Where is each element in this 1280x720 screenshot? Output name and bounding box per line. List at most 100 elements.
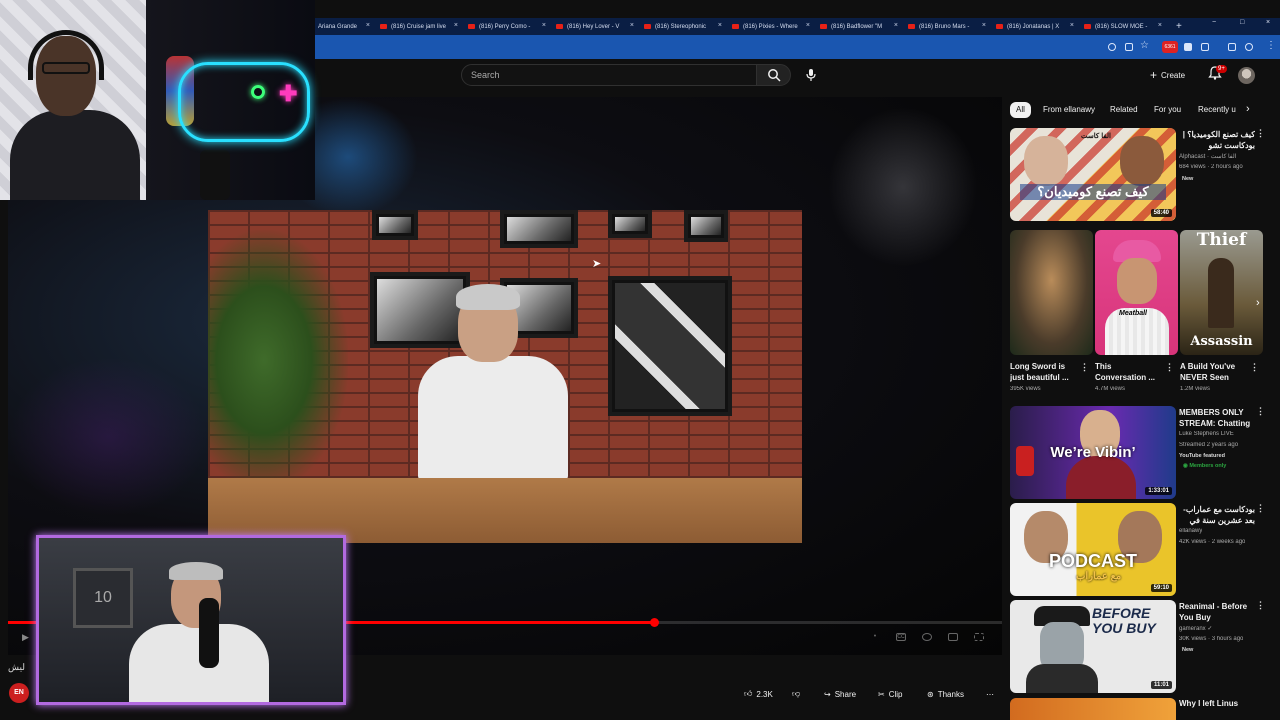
settings-gear-icon[interactable]	[922, 633, 932, 641]
menu-dots-icon[interactable]: ⋮	[1266, 40, 1276, 51]
create-button[interactable]: + Create	[1150, 66, 1185, 84]
tab-close-icon[interactable]: ×	[366, 22, 370, 29]
more-options-icon[interactable]: ⋮	[1256, 406, 1265, 417]
short-title[interactable]: Long Sword is just beautiful ...	[1010, 361, 1074, 383]
autoplay-toggle[interactable]: •	[870, 633, 880, 641]
thanks-icon: ⊛	[927, 689, 934, 699]
subtitles-icon[interactable]: CC	[896, 633, 906, 641]
video-title[interactable]: كيف تصنع الكوميديا؟ | بودكاست تشو الكومي…	[1179, 129, 1255, 151]
channel-name[interactable]: Luke Stephens LIVE	[1179, 431, 1259, 437]
profile-icon[interactable]	[1245, 43, 1253, 51]
video-duration: 58:40	[1150, 209, 1172, 217]
short-thumbnail[interactable]: Meatball	[1095, 230, 1178, 355]
more-options-icon[interactable]: ⋮	[1256, 503, 1265, 514]
more-options-icon[interactable]: ⋮	[1080, 362, 1089, 373]
thanks-button[interactable]: ⊛ Thanks	[927, 685, 964, 703]
clip-button[interactable]: ✂ Clip	[878, 685, 902, 703]
extension-badge[interactable]: 6361	[1162, 41, 1178, 53]
browser-tab[interactable]: (816) Badflower "M ×	[814, 18, 902, 35]
tab-title: (816) Jonatanas | X	[1007, 23, 1060, 30]
chip-for-you[interactable]: For you	[1148, 102, 1187, 118]
zoom-icon[interactable]	[1108, 43, 1116, 51]
tab-close-icon[interactable]: ×	[718, 22, 722, 29]
video-thumbnail[interactable]: الفا كاست كيف تصنع كوميديان؟ 58:40	[1010, 128, 1176, 221]
video-frame[interactable]	[208, 210, 802, 543]
search-button[interactable]	[756, 64, 791, 86]
more-options-icon[interactable]: ⋮	[1256, 128, 1265, 139]
browser-tab[interactable]: (816) Cruise jam live ×	[374, 18, 462, 35]
extension-icon[interactable]	[1184, 43, 1192, 51]
tab-close-icon[interactable]: ×	[894, 22, 898, 29]
channel-name[interactable]: Alphacast · آلفا كاست	[1179, 153, 1257, 160]
dislike-button[interactable]: 👎︎	[792, 685, 800, 703]
share-button[interactable]: ↪ Share	[824, 685, 856, 703]
video-thumbnail[interactable]	[1010, 698, 1176, 720]
channel-name[interactable]: ellanawy	[1179, 528, 1202, 534]
tab-close-icon[interactable]: ×	[542, 22, 546, 29]
close-window-button[interactable]: ×	[1266, 19, 1270, 26]
browser-tab[interactable]: (816) Perry Como - ×	[462, 18, 550, 35]
share-icon: ↪	[824, 689, 831, 699]
fullscreen-icon[interactable]	[974, 633, 984, 641]
minimize-button[interactable]: −	[1212, 19, 1216, 26]
chevron-right-icon[interactable]: ›	[1246, 103, 1250, 115]
chip-all[interactable]: All	[1010, 102, 1031, 118]
browser-tab[interactable]: (816) Bruno Mars - ×	[902, 18, 990, 35]
video-duration: 1:33:01	[1145, 487, 1172, 495]
cast-icon[interactable]	[1125, 43, 1133, 51]
video-stats: 684 views · 2 hours ago	[1179, 164, 1243, 170]
browser-tab[interactable]: (816) Pixies - Where ×	[726, 18, 814, 35]
tab-close-icon[interactable]: ×	[630, 22, 634, 29]
video-title[interactable]: Why I left Linus	[1179, 698, 1255, 709]
browser-tab[interactable]: Ariana Grande ×	[312, 18, 374, 35]
stream-date: Streamed 2 years ago	[1179, 442, 1239, 448]
browser-tab[interactable]: (816) Hey Lover - V ×	[550, 18, 638, 35]
like-button[interactable]: 👍︎ 2.3K	[744, 685, 773, 703]
browser-tab[interactable]: (816) Stereophonic ×	[638, 18, 726, 35]
tab-close-icon[interactable]: ×	[454, 22, 458, 29]
chevron-right-icon[interactable]: ›	[1256, 297, 1260, 309]
chip-recently-uploaded[interactable]: Recently u	[1192, 102, 1238, 118]
reading-list-icon[interactable]	[1228, 43, 1236, 51]
chip-related[interactable]: Related	[1104, 102, 1144, 118]
channel-name[interactable]: gameranx ✓	[1179, 625, 1212, 632]
account-avatar[interactable]	[1238, 67, 1255, 84]
tab-close-icon[interactable]: ×	[806, 22, 810, 29]
video-thumbnail[interactable]: BEFORE YOU BUY 11:01	[1010, 600, 1176, 693]
more-actions-button[interactable]: ⋯	[986, 685, 994, 703]
short-title[interactable]: This Conversation ...	[1095, 361, 1161, 383]
short-title[interactable]: A Build You've NEVER Seen	[1180, 361, 1246, 383]
short-thumbnail[interactable]	[1010, 230, 1093, 355]
video-title[interactable]: بودكاست مع عماراب- بعد عشرين سنة في مجال…	[1179, 504, 1255, 526]
extensions-puzzle-icon[interactable]	[1201, 43, 1209, 51]
search-input[interactable]: Search	[461, 64, 757, 86]
more-options-icon[interactable]: ⋮	[1256, 600, 1265, 611]
voice-search-button[interactable]	[801, 64, 821, 86]
short-thumbnail[interactable]: Thief Assassin	[1180, 230, 1263, 355]
bookmark-star-icon[interactable]: ☆	[1140, 40, 1149, 51]
video-thumbnail[interactable]: PODCAST مع عماراب 59:10	[1010, 503, 1176, 596]
miniplayer-icon[interactable]	[948, 633, 958, 641]
chip-from-channel[interactable]: From ellanawy	[1037, 102, 1101, 118]
channel-name-alt: آلفا كاست	[1210, 154, 1237, 160]
tab-close-icon[interactable]: ×	[982, 22, 986, 29]
thumbnail-caption: الفا كاست	[1081, 133, 1111, 140]
tab-close-icon[interactable]: ×	[1070, 22, 1074, 29]
tab-close-icon[interactable]: ×	[1158, 22, 1162, 29]
new-tab-button[interactable]: +	[1170, 18, 1186, 35]
browser-tab[interactable]: (816) Jonatanas | X ×	[990, 18, 1078, 35]
channel-name-text: Alphacast	[1179, 154, 1206, 160]
scissors-icon: ✂	[878, 689, 885, 699]
video-title[interactable]: Reanimal - Before You Buy	[1179, 601, 1255, 623]
tab-title: (816) Stereophonic	[655, 23, 707, 30]
video-thumbnail[interactable]: We’re Vibin’ 1:33:01	[1010, 406, 1176, 499]
plus-icon: +	[1150, 68, 1158, 82]
maximize-button[interactable]: □	[1240, 19, 1244, 26]
more-options-icon[interactable]: ⋮	[1165, 362, 1174, 373]
more-options-icon[interactable]: ⋮	[1250, 362, 1259, 373]
youtube-favicon-icon	[732, 24, 739, 29]
browser-tab[interactable]: (816) SLOW MOE - ×	[1078, 18, 1166, 35]
play-icon[interactable]: ▶	[22, 632, 29, 643]
progress-scrubber-handle[interactable]	[650, 618, 660, 627]
video-title[interactable]: MEMBERS ONLY STREAM: Chatting ...	[1179, 407, 1255, 429]
